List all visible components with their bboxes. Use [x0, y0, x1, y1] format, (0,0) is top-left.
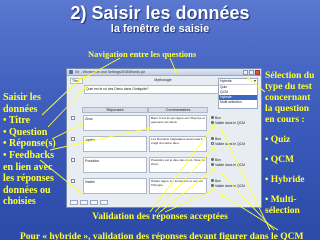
radio-label: Valide dans le QCM — [215, 162, 245, 167]
qcm-valid-radio[interactable]: Valide dans le QCM — [211, 120, 259, 125]
qcm-valid-radio[interactable]: Valide dans le QCM — [211, 141, 259, 146]
radio-icon — [211, 158, 214, 161]
radio-label: Bon — [215, 115, 222, 120]
radio-icon — [211, 142, 214, 145]
column-headers: Réponses Commentaires — [70, 107, 220, 113]
window-controls — [243, 69, 261, 75]
nav-first-button[interactable] — [70, 200, 78, 205]
response-input[interactable]: Hadès — [83, 178, 147, 194]
test-type-selected[interactable]: Hybride — [219, 78, 257, 85]
comments-header: Commentaires — [148, 107, 208, 113]
window-title: Sé - Wordsmith and Settings/DSMWords.jar — [75, 70, 145, 74]
footer-note: Pour « hybride », validation des réponse… — [20, 232, 304, 240]
navigation-caption: Navigation entre les questions — [88, 49, 197, 59]
radio-label: Bon — [215, 178, 222, 183]
left-callout-line: données ou — [3, 184, 51, 196]
validation-caption: Validation des réponses acceptées — [92, 212, 228, 222]
left-callout-line: • Feedbacks — [3, 149, 55, 161]
minimize-icon[interactable] — [243, 69, 248, 75]
radio-label: Valide dans le QCM — [215, 141, 245, 146]
right-callout: Sélection du type du test concernant la … — [265, 71, 319, 217]
radio-label: Valide dans le QCM — [215, 183, 245, 188]
row-checkbox[interactable] — [71, 158, 75, 162]
radio-icon — [211, 121, 214, 124]
qcm-valid-radio[interactable]: Valide dans le QCM — [211, 162, 259, 167]
type-quiz-label: • Quiz — [265, 135, 291, 145]
response-row: Jupiter Les Romains l'appelaient ainsi m… — [70, 136, 260, 155]
slide-subtitle: la fenêtre de saisie — [110, 23, 210, 35]
nav-next-button[interactable] — [90, 200, 98, 205]
row-checkbox[interactable] — [71, 116, 75, 120]
type-qcm-label: • QCM — [265, 155, 294, 165]
test-type-option[interactable]: Multi-sélection — [219, 100, 257, 105]
response-input[interactable]: Jupiter — [83, 136, 147, 152]
title-field[interactable]: Titre — [70, 78, 83, 84]
radio-label: Bon — [215, 136, 222, 141]
left-callout-line: • Titre — [3, 115, 31, 127]
comment-input[interactable]: Les Romains l'appelaient ainsi mais il s… — [149, 136, 207, 152]
right-callout-line: Sélection du — [265, 71, 315, 81]
type-hybride-label: • Hybride — [265, 175, 305, 185]
validation-options: Bon Valide dans le QCM — [211, 115, 259, 125]
nav-prev-button[interactable] — [80, 200, 88, 205]
left-callout-line: en lien avec — [3, 161, 53, 173]
question-input[interactable]: Quel est le roi des Dieux dans l'Antiqui… — [84, 85, 220, 94]
test-type-select[interactable]: Hybride Quiz QCM Hybride Multi-sélection — [218, 78, 258, 109]
row-checkbox[interactable] — [71, 137, 75, 141]
left-callout: Saisir les données • Titre • Question • … — [3, 92, 63, 208]
navigation-buttons — [70, 200, 258, 205]
right-callout-line: concernant — [265, 93, 311, 103]
left-callout-line: données — [3, 103, 38, 115]
radio-icon — [211, 179, 214, 182]
left-callout-line: • Réponse(s) — [3, 138, 56, 150]
close-icon[interactable] — [255, 69, 260, 75]
response-input[interactable]: Poséidon — [83, 157, 147, 173]
radio-icon — [211, 163, 214, 166]
app-icon — [69, 70, 73, 74]
left-callout-line: les réponses — [3, 173, 54, 185]
right-callout-line: la question — [265, 104, 310, 114]
comment-input[interactable]: Bien! C'est lui qui règne sur l'Olympe e… — [149, 115, 207, 131]
responses-header: Réponses — [82, 107, 148, 113]
nav-last-button[interactable] — [100, 200, 108, 205]
radio-icon — [211, 184, 214, 187]
radio-label: Valide dans le QCM — [215, 120, 245, 125]
radio-icon — [211, 137, 214, 140]
left-callout-line: Saisir les — [3, 92, 41, 103]
comment-input[interactable]: Poséidon est le dieu des mers, frère de … — [149, 157, 207, 173]
right-callout-line: en cours : — [265, 115, 305, 125]
left-callout-line: choisies — [3, 196, 36, 208]
response-input[interactable]: Zeus — [83, 115, 147, 131]
row-checkbox[interactable] — [71, 179, 75, 183]
validation-options: Bon Valide dans le QCM — [211, 178, 259, 188]
window-titlebar: Sé - Wordsmith and Settings/DSMWords.jar — [67, 69, 261, 76]
comment-input[interactable]: Hadès règne sur les Enfers et non sur l'… — [149, 178, 207, 194]
response-row: Poséidon Poséidon est le dieu des mers, … — [70, 157, 260, 176]
response-row: Hadès Hadès règne sur les Enfers et non … — [70, 178, 260, 197]
category-label: Mythologie — [154, 78, 172, 82]
radio-icon — [211, 116, 214, 119]
maximize-icon[interactable] — [249, 69, 254, 75]
qcm-valid-radio[interactable]: Valide dans le QCM — [211, 183, 259, 188]
validation-options: Bon Valide dans le QCM — [211, 136, 259, 146]
radio-label: Bon — [215, 157, 222, 162]
left-callout-line: • Question — [3, 126, 48, 138]
response-row: Zeus Bien! C'est lui qui règne sur l'Oly… — [70, 115, 260, 134]
right-callout-line: type du test — [265, 82, 312, 92]
slide-title: 2) Saisir les données — [70, 3, 250, 23]
editor-window: Sé - Wordsmith and Settings/DSMWords.jar… — [66, 68, 262, 208]
validation-options: Bon Valide dans le QCM — [211, 157, 259, 167]
